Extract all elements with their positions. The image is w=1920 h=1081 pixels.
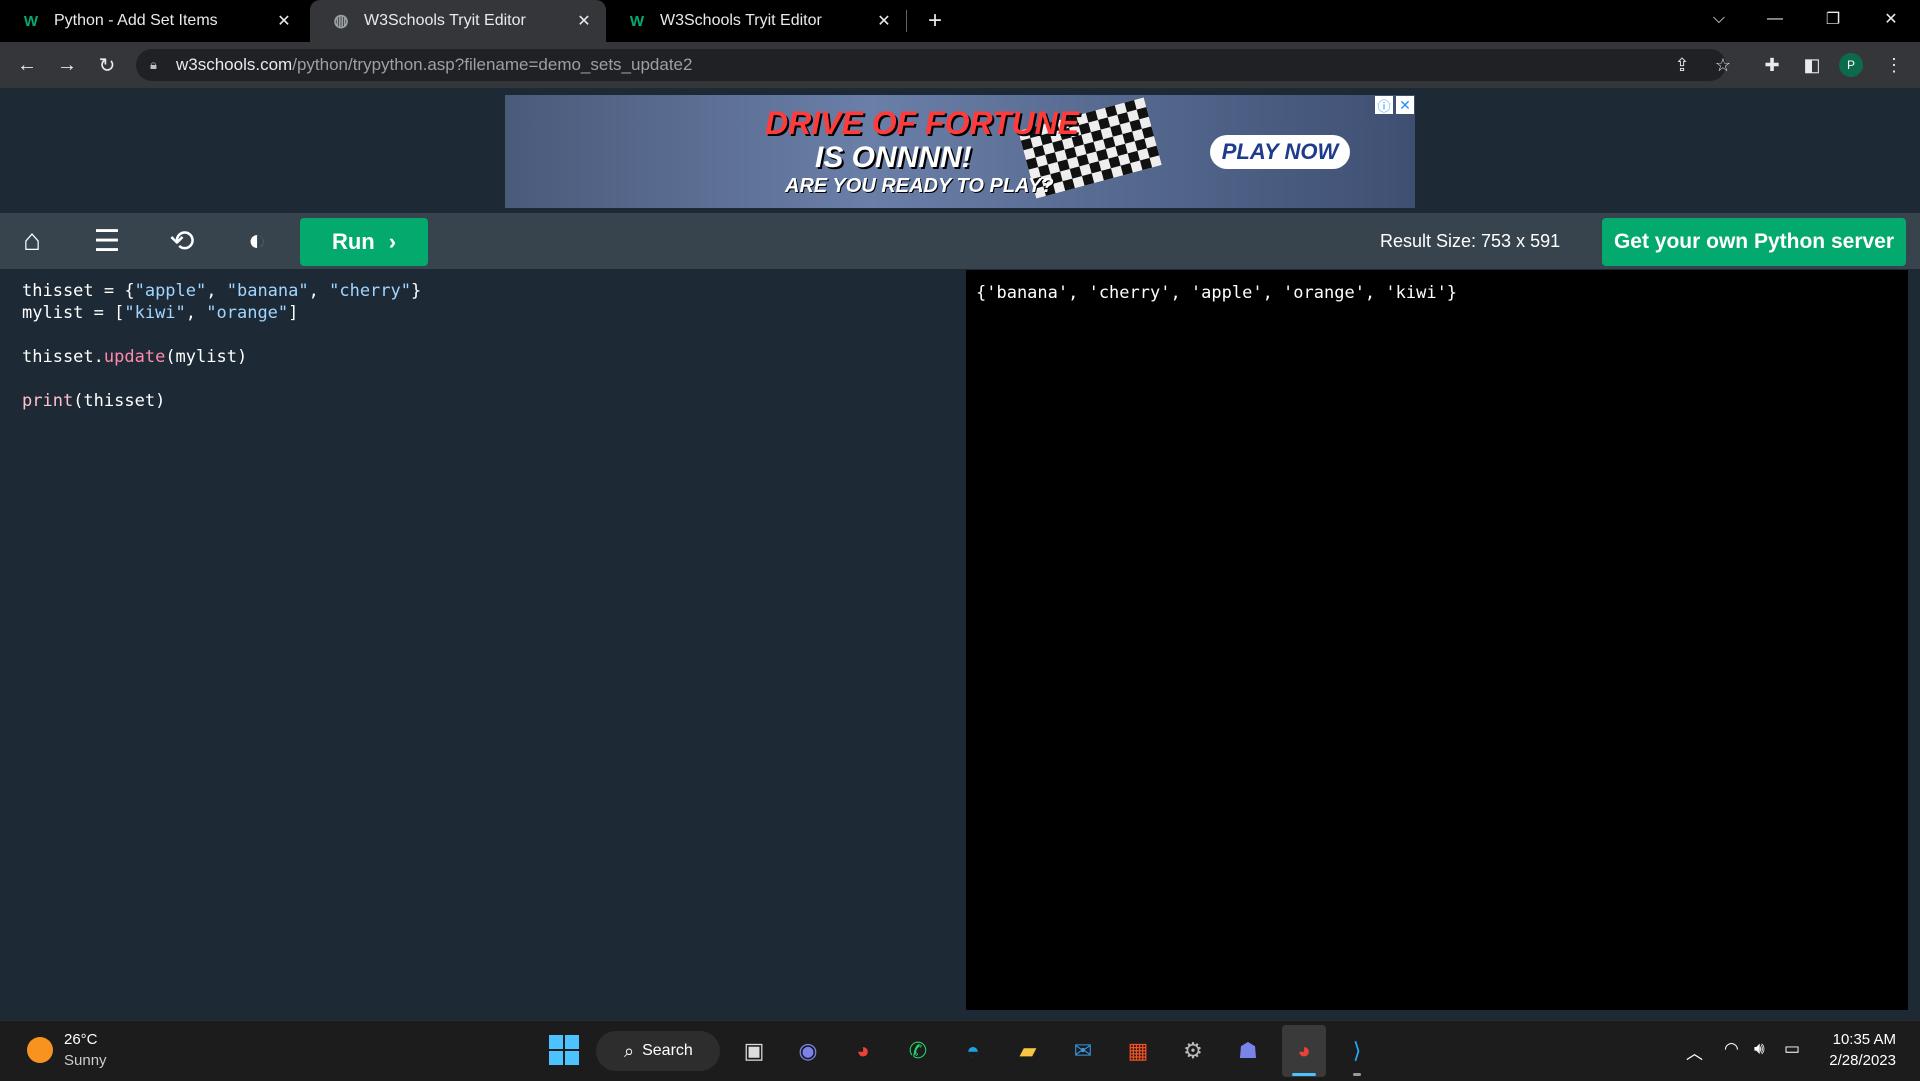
close-tab-icon[interactable]: ✕ xyxy=(272,9,296,33)
tab-divider xyxy=(906,10,907,32)
menu-icon[interactable]: ☰ xyxy=(85,221,129,261)
code-line[interactable]: print(thisset) xyxy=(22,390,421,412)
w3schools-icon: W xyxy=(629,12,645,30)
whatsapp-icon[interactable]: ✆ xyxy=(900,1033,936,1069)
code-line[interactable] xyxy=(22,368,421,390)
battery-icon[interactable]: ▭ xyxy=(1784,1039,1800,1059)
run-label: Run xyxy=(331,229,375,254)
tab-title: W3Schools Tryit Editor xyxy=(364,12,526,29)
restore-button[interactable]: ❐ xyxy=(1810,0,1856,38)
tab-tryit-editor[interactable]: W W3Schools Tryit Editor ✕ xyxy=(606,0,906,42)
rotate-orientation-icon[interactable]: ⟲ xyxy=(160,221,204,261)
code-line[interactable]: mylist = ["kiwi", "orange"] xyxy=(22,302,421,324)
weather-description[interactable]: Sunny xyxy=(64,1052,107,1069)
show-hidden-icons-chevron-icon[interactable]: ︿ xyxy=(1686,1039,1703,1064)
minimize-button[interactable]: — xyxy=(1752,0,1798,38)
tab-title: Python - Add Set Items xyxy=(54,12,218,29)
chat-icon[interactable]: ◉ xyxy=(790,1033,826,1069)
ad-container: DRIVE OF FORTUNE IS ONNNN! ARE YOU READY… xyxy=(0,88,1920,213)
home-icon[interactable]: ⌂ xyxy=(10,221,54,261)
taskbar-search[interactable]: ⌕ Search xyxy=(596,1031,720,1071)
url-path: /python/trypython.asp?filename=demo_sets… xyxy=(292,55,693,74)
windows-logo-pane xyxy=(549,1035,563,1049)
windows-logo-pane xyxy=(549,1051,563,1065)
browser-toolbar: ← → ↻ 🔒︎ w3schools.com/python/trypython.… xyxy=(0,42,1920,88)
wifi-icon[interactable]: ◠ xyxy=(1724,1039,1739,1059)
volume-icon[interactable]: 🔊︎ xyxy=(1754,1039,1765,1059)
back-arrow-icon[interactable]: ← xyxy=(12,50,42,80)
edge-icon[interactable]: ◓ xyxy=(955,1033,991,1069)
dark-mode-toggle-icon[interactable]: ◐ xyxy=(235,221,279,261)
settings-gear-icon[interactable]: ⚙ xyxy=(1175,1033,1211,1069)
browser-menu-icon[interactable]: ⋮ xyxy=(1879,50,1909,80)
chrome-icon[interactable]: ◕ xyxy=(845,1033,881,1069)
search-icon: ⌕ xyxy=(624,1040,635,1061)
run-button[interactable]: Run › xyxy=(300,218,428,266)
url-host: w3schools.com xyxy=(176,55,293,74)
new-tab-button[interactable]: + xyxy=(912,2,958,40)
bookmark-star-icon[interactable]: ☆ xyxy=(1708,50,1738,80)
side-panel-icon[interactable]: ◧ xyxy=(1797,50,1827,80)
reload-icon[interactable]: ↻ xyxy=(92,50,122,80)
get-python-server-button[interactable]: Get your own Python server xyxy=(1602,218,1906,266)
search-label: Search xyxy=(642,1042,693,1059)
forward-arrow-icon[interactable]: → xyxy=(52,50,82,80)
weather-temperature[interactable]: 26°C xyxy=(64,1031,98,1048)
sun-icon[interactable] xyxy=(27,1037,53,1063)
windows-logo-pane xyxy=(565,1051,579,1065)
program-output: {'banana', 'cherry', 'apple', 'orange', … xyxy=(976,283,1458,303)
window-close-button[interactable]: ✕ xyxy=(1868,0,1914,38)
clock-time[interactable]: 10:35 AM xyxy=(1800,1031,1896,1048)
result-pane: {'banana', 'cherry', 'apple', 'orange', … xyxy=(966,270,1908,1010)
advertisement-banner[interactable]: DRIVE OF FORTUNE IS ONNNN! ARE YOU READY… xyxy=(505,95,1415,208)
vscode-icon[interactable]: ⟩ xyxy=(1339,1033,1375,1069)
tab-python-add-set-items[interactable]: W Python - Add Set Items ✕ xyxy=(0,0,306,42)
ad-subheadline: IS ONNNN! xyxy=(815,141,972,174)
w3schools-icon: W xyxy=(23,12,39,30)
close-tab-icon[interactable]: ✕ xyxy=(872,9,896,33)
running-app-indicator xyxy=(1353,1073,1361,1076)
windows-taskbar: 26°C Sunny ⌕ Search ▣ ◉ ◕ ✆ ◓ ▰ ✉ ▦ ⚙ ☗ … xyxy=(0,1020,1920,1081)
extensions-puzzle-icon[interactable]: ✚ xyxy=(1757,50,1787,80)
microsoft-store-icon[interactable]: ▦ xyxy=(1120,1033,1156,1069)
tab-tryit-editor-active[interactable]: ◍ W3Schools Tryit Editor ✕ xyxy=(310,0,606,42)
code-line[interactable]: thisset = {"apple", "banana", "cherry"} xyxy=(22,280,421,302)
share-icon[interactable]: ⇪ xyxy=(1667,50,1697,80)
code-line[interactable] xyxy=(22,324,421,346)
tab-search-chevron-icon[interactable]: ⌵ xyxy=(1696,0,1742,38)
code-content[interactable]: thisset = {"apple", "banana", "cherry"} m… xyxy=(22,280,421,412)
ad-close-icon[interactable]: ✕ xyxy=(1396,96,1414,114)
editor-toolbar: ⌂ ☰ ⟲ ◐ Run › Result Size: 753 x 591 Get… xyxy=(0,213,1920,269)
code-line[interactable]: thisset.update(mylist) xyxy=(22,346,421,368)
browser-tab-strip: W Python - Add Set Items ✕ ◍ W3Schools T… xyxy=(0,0,1920,42)
file-explorer-icon[interactable]: ▰ xyxy=(1010,1033,1046,1069)
chrome-profile-icon[interactable]: ◕ xyxy=(1286,1033,1322,1069)
ad-tagline: ARE YOU READY TO PLAY? xyxy=(785,175,1054,197)
ad-headline: DRIVE OF FORTUNE xyxy=(765,105,1080,141)
close-tab-icon[interactable]: ✕ xyxy=(572,9,596,33)
clock-date[interactable]: 2/28/2023 xyxy=(1800,1052,1896,1069)
result-size-label: Result Size: 753 x 591 xyxy=(1380,231,1561,251)
ad-play-now-button[interactable]: PLAY NOW xyxy=(1210,135,1350,169)
lock-icon: 🔒︎ xyxy=(150,57,157,72)
profile-avatar[interactable]: P xyxy=(1839,53,1863,77)
mail-icon[interactable]: ✉ xyxy=(1065,1033,1101,1069)
address-bar[interactable]: 🔒︎ w3schools.com/python/trypython.asp?fi… xyxy=(136,49,1726,81)
globe-icon: ◍ xyxy=(333,11,349,30)
ad-info-icon[interactable]: ⓘ xyxy=(1375,96,1393,114)
windows-logo-pane xyxy=(565,1035,579,1049)
code-editor[interactable]: thisset = {"apple", "banana", "cherry"} m… xyxy=(12,270,954,1010)
chevron-right-icon: › xyxy=(388,229,397,254)
start-button[interactable] xyxy=(549,1035,579,1065)
active-app-indicator xyxy=(1292,1073,1316,1076)
url-text[interactable]: w3schools.com/python/trypython.asp?filen… xyxy=(176,55,692,75)
task-view-icon[interactable]: ▣ xyxy=(736,1033,772,1069)
teams-icon[interactable]: ☗ xyxy=(1230,1033,1266,1069)
tab-title: W3Schools Tryit Editor xyxy=(660,12,822,29)
